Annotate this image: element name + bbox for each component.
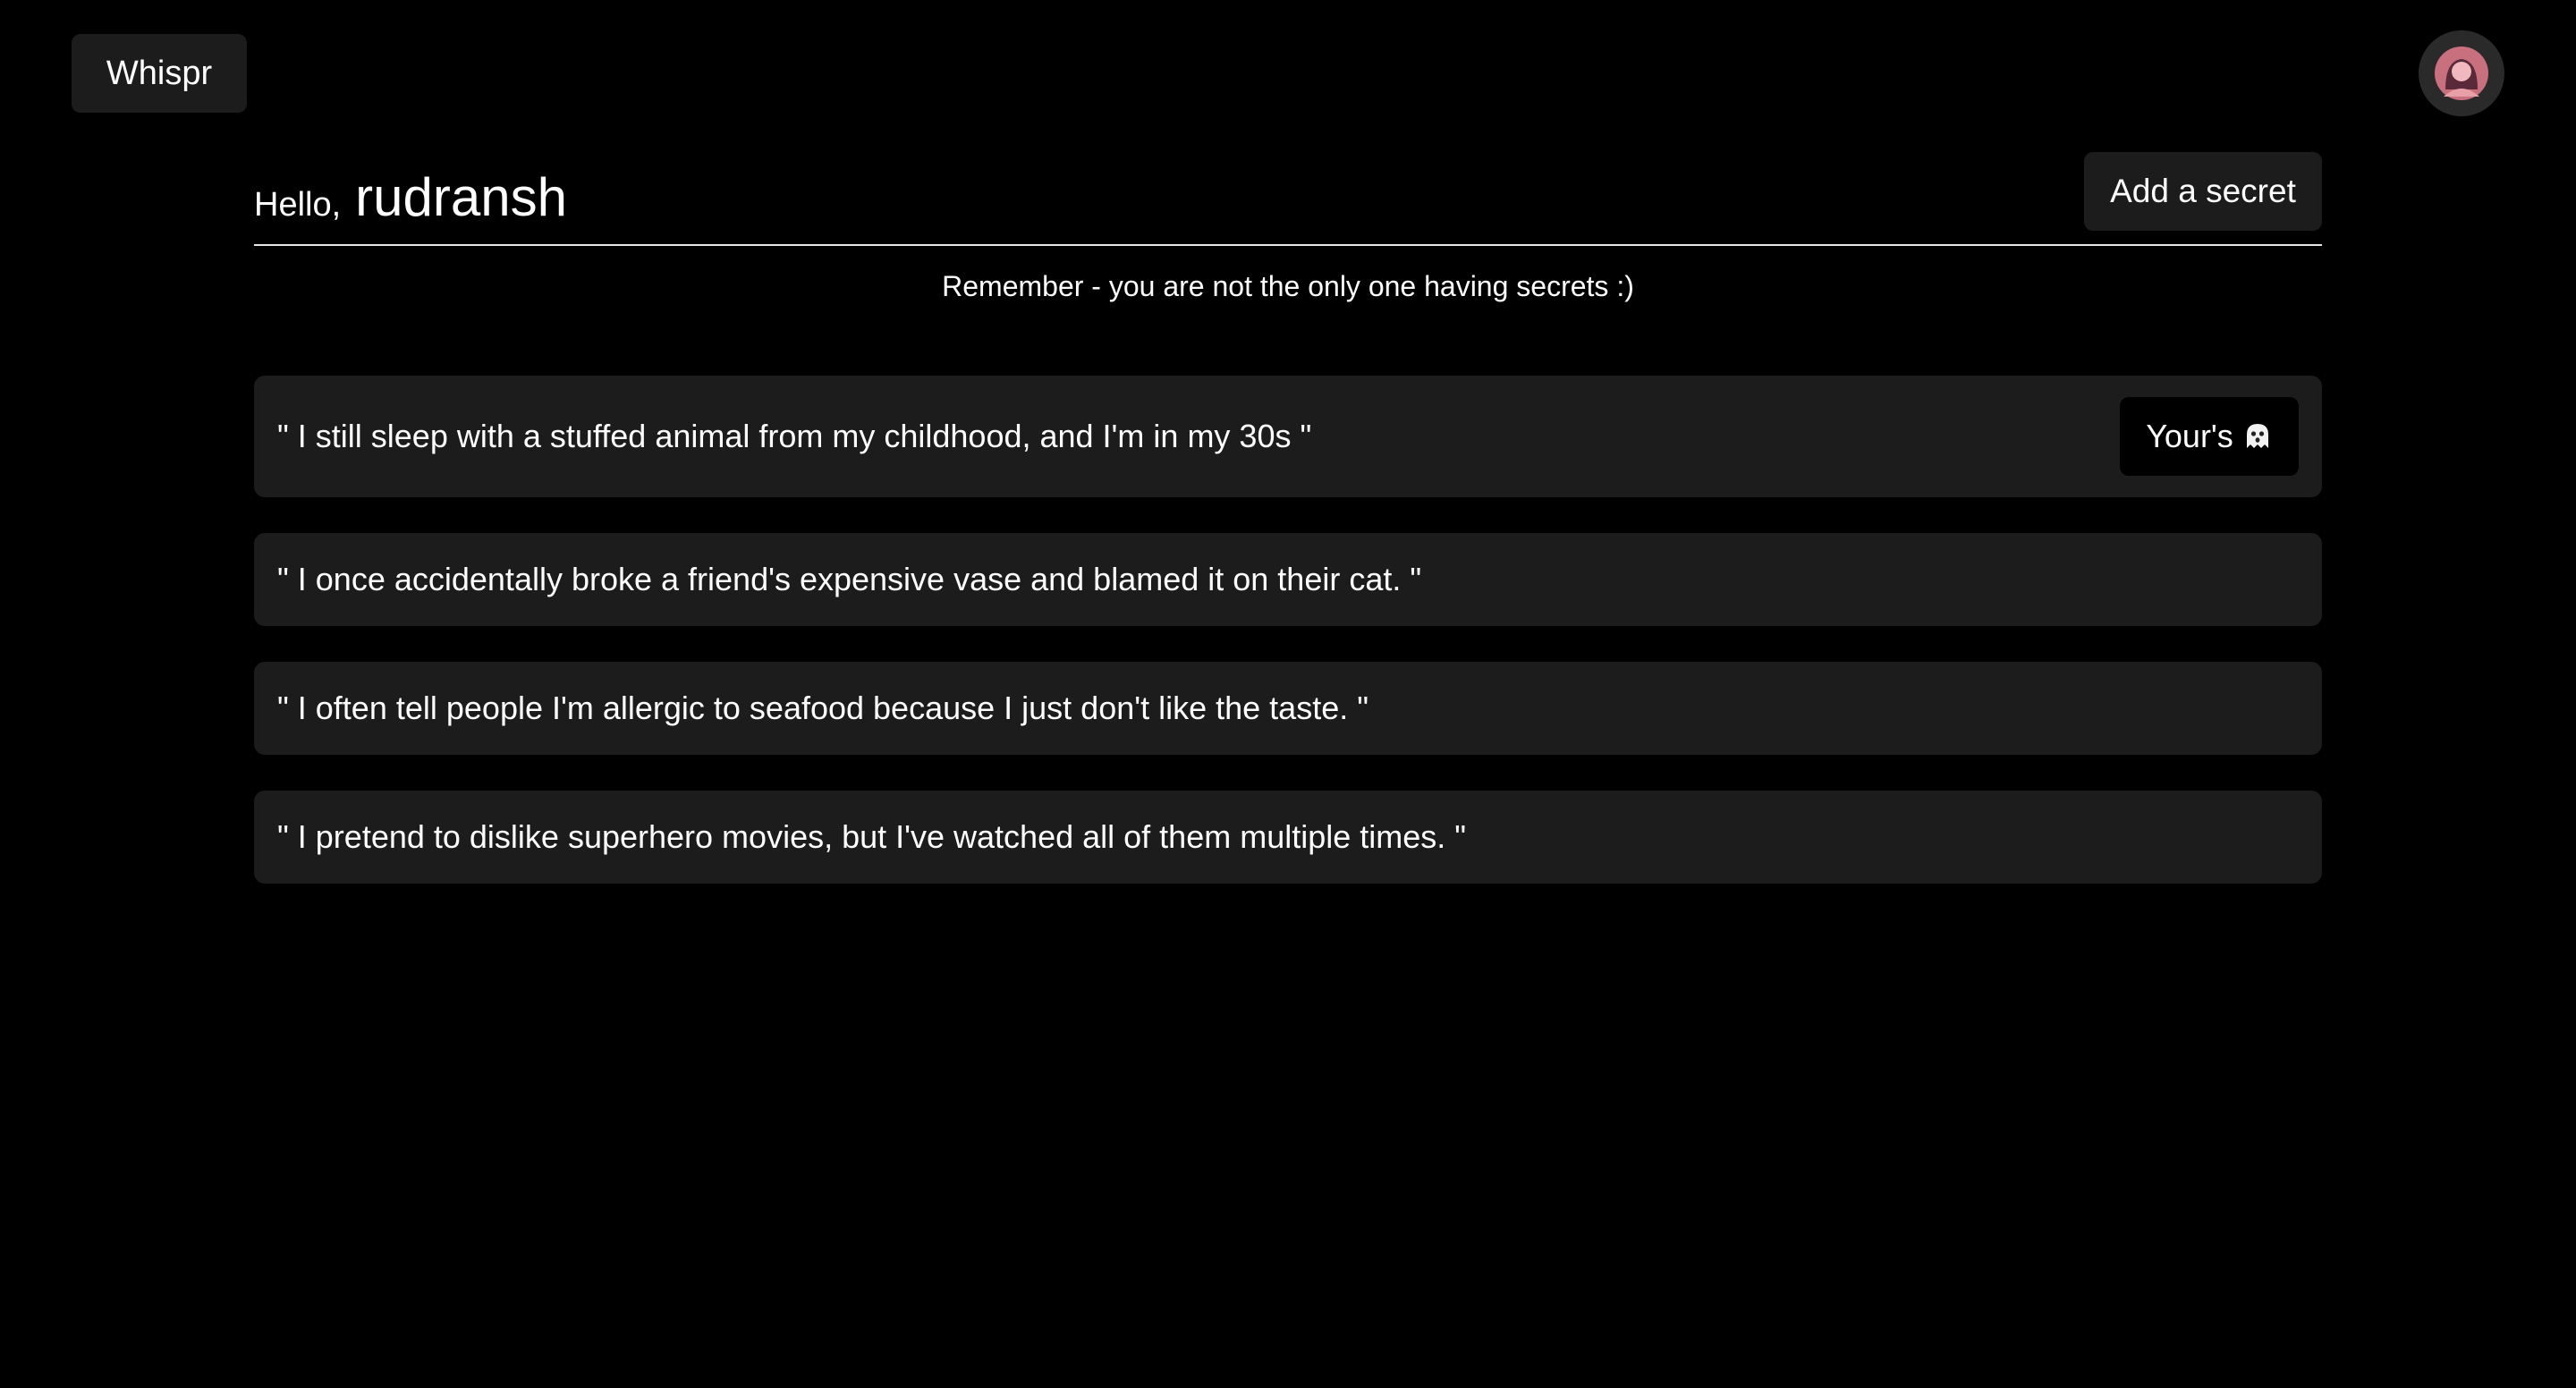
secret-card: " I pretend to dislike superhero movies,… [254, 791, 2322, 884]
divider [254, 244, 2322, 246]
secret-text: " I pretend to dislike superhero movies,… [277, 818, 1467, 855]
username: rudransh [355, 167, 567, 227]
logo-button[interactable]: Whispr [72, 34, 247, 113]
secret-card: " I often tell people I'm allergic to se… [254, 662, 2322, 755]
greeting-hello: Hello, [254, 186, 342, 224]
greeting: Hello, rudransh [254, 166, 567, 228]
secret-text: " I often tell people I'm allergic to se… [277, 690, 1369, 726]
secret-card: " I once accidentally broke a friend's e… [254, 533, 2322, 626]
ghost-icon [2242, 421, 2273, 452]
yours-badge-label: Your's [2146, 418, 2233, 454]
user-avatar-icon [2433, 45, 2490, 102]
avatar[interactable] [2419, 30, 2504, 116]
secret-text: " I once accidentally broke a friend's e… [277, 561, 1422, 597]
add-secret-button[interactable]: Add a secret [2084, 152, 2322, 231]
secret-text: " I still sleep with a stuffed animal fr… [277, 418, 1312, 454]
secret-card: " I still sleep with a stuffed animal fr… [254, 376, 2322, 497]
yours-badge: Your's [2120, 397, 2299, 476]
reminder-text: Remember - you are not the only one havi… [942, 270, 1634, 302]
